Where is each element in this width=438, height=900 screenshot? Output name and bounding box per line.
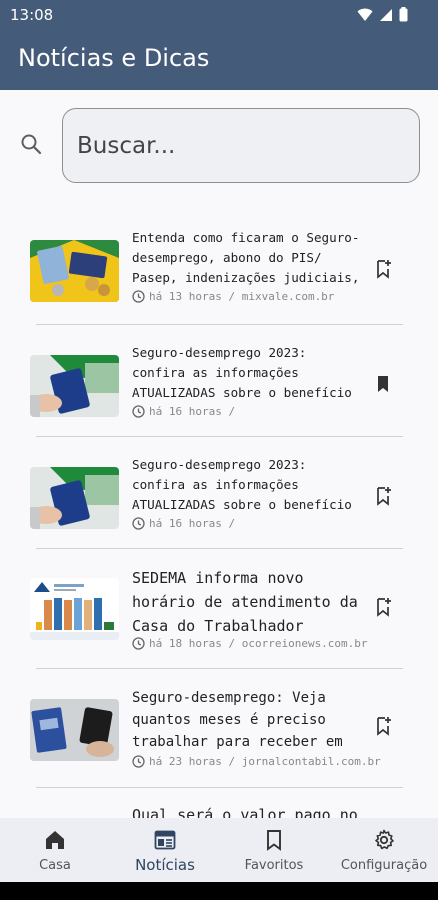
- wifi-icon: [357, 8, 373, 21]
- news-thumbnail: [30, 355, 119, 417]
- bookmark-add-icon[interactable]: [372, 258, 394, 280]
- news-meta: há 13 horas / mixvale.com.br: [132, 290, 334, 303]
- search-input[interactable]: [77, 127, 397, 165]
- clock-icon: [132, 290, 145, 303]
- divider: [36, 668, 403, 669]
- divider: [36, 436, 403, 437]
- bottom-navigation: Casa Notícias Favoritos Configuração: [0, 818, 438, 882]
- newspaper-icon: [154, 830, 176, 850]
- news-thumbnail: [30, 699, 119, 761]
- news-headline[interactable]: Seguro-desemprego 2023: confira as infor…: [132, 455, 364, 515]
- page-title: Notícias e Dicas: [18, 44, 210, 72]
- news-time: há 16 horas /: [149, 517, 236, 530]
- gear-icon: [375, 829, 394, 850]
- nav-home-label: Casa: [39, 858, 71, 873]
- status-time: 13:08: [10, 6, 54, 24]
- signal-icon: [380, 8, 392, 21]
- news-thumbnail: [30, 467, 119, 529]
- nav-favorites-label: Favoritos: [244, 858, 304, 873]
- clock-icon: [132, 517, 145, 530]
- clock-icon: [132, 637, 145, 650]
- nav-news-label: Notícias: [135, 856, 195, 874]
- nav-settings[interactable]: Configuração: [338, 818, 430, 882]
- news-meta: há 23 horas / jornalcontabil.com.br: [132, 755, 381, 768]
- battery-icon: [399, 7, 408, 22]
- search-row: [0, 107, 438, 185]
- news-thumbnail: [30, 578, 119, 640]
- bookmark-icon: [267, 830, 281, 851]
- news-time: há 23 horas / jornalcontabil.com.br: [149, 755, 381, 768]
- bookmark-add-icon[interactable]: [372, 715, 394, 737]
- nav-settings-label: Configuração: [340, 858, 428, 873]
- nav-news[interactable]: Notícias: [126, 818, 204, 882]
- nav-favorites[interactable]: Favoritos: [236, 818, 312, 882]
- bookmark-add-icon[interactable]: [372, 485, 394, 507]
- divider: [36, 787, 403, 788]
- news-meta: há 16 horas /: [132, 405, 235, 418]
- bookmark-add-icon[interactable]: [372, 596, 394, 618]
- news-time: há 18 horas / ocorreionews.com.br: [149, 637, 368, 650]
- nav-home[interactable]: Casa: [24, 818, 86, 882]
- status-bar: 13:08: [0, 0, 438, 30]
- clock-icon: [132, 755, 145, 768]
- news-meta: há 18 horas / ocorreionews.com.br: [132, 637, 368, 650]
- app-bar: Notícias e Dicas: [0, 30, 438, 90]
- news-thumbnail: [30, 240, 119, 302]
- home-icon: [46, 831, 64, 849]
- search-icon[interactable]: [20, 133, 42, 155]
- news-headline[interactable]: Entenda como ficaram o Seguro-desemprego…: [132, 228, 364, 288]
- news-headline[interactable]: SEDEMA informa novo horário de atendimen…: [132, 566, 364, 638]
- news-meta: há 16 horas /: [132, 517, 235, 530]
- status-icons: [357, 7, 408, 22]
- screen: 13:08 Notícias e Dicas Buscar... Entenda…: [0, 0, 438, 900]
- divider: [36, 324, 403, 325]
- news-headline[interactable]: Seguro-desemprego: Veja quantos meses é …: [132, 687, 364, 753]
- bookmark-filled-icon[interactable]: [372, 373, 394, 395]
- clock-icon: [132, 405, 145, 418]
- news-time: há 13 horas / mixvale.com.br: [149, 290, 335, 303]
- search-box[interactable]: [62, 108, 420, 183]
- gesture-bar: [0, 882, 438, 900]
- divider: [36, 548, 403, 549]
- news-time: há 16 horas /: [149, 405, 236, 418]
- news-headline[interactable]: Seguro-desemprego 2023: confira as infor…: [132, 343, 364, 403]
